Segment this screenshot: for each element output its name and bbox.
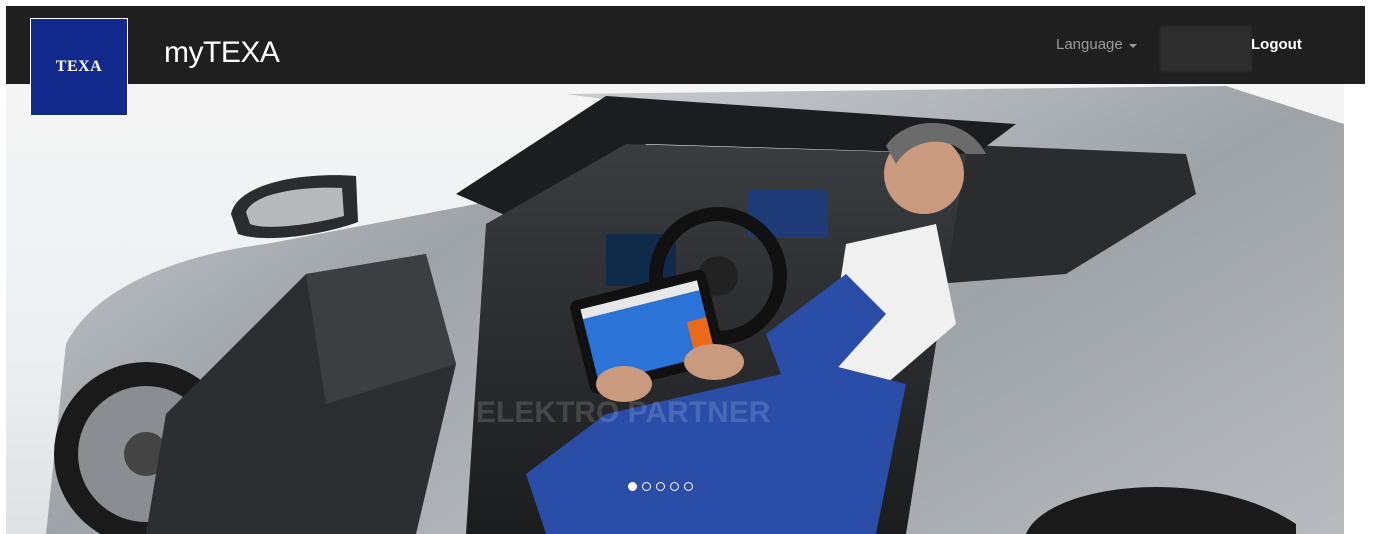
hero-image: ELEKTRO PARTNER: [46, 86, 1344, 534]
page-edge: [1344, 84, 1365, 534]
logo-text: TEXA: [55, 58, 103, 75]
carousel-dot[interactable]: [670, 482, 679, 491]
app-title[interactable]: myTEXA: [164, 34, 280, 72]
carousel-dot[interactable]: [656, 482, 665, 491]
page: myTEXA Language Logout TEXA ELEKTRO PART…: [6, 6, 1365, 534]
carousel-dot[interactable]: [684, 482, 693, 491]
carousel-indicators: [628, 482, 693, 491]
language-label: Language: [1056, 36, 1123, 53]
language-dropdown[interactable]: Language: [1056, 36, 1137, 53]
user-name-redacted: [1160, 26, 1252, 72]
chevron-down-icon: [1128, 43, 1137, 48]
texa-logo[interactable]: TEXA: [30, 18, 128, 116]
logout-button[interactable]: Logout: [1251, 36, 1302, 53]
hero-carousel: ELEKTRO PARTNER: [6, 84, 1344, 534]
carousel-dot[interactable]: [628, 482, 637, 491]
carousel-dot[interactable]: [642, 482, 651, 491]
svg-text:ELEKTRO PARTNER: ELEKTRO PARTNER: [476, 396, 771, 429]
top-navbar: myTEXA Language Logout: [6, 6, 1365, 84]
